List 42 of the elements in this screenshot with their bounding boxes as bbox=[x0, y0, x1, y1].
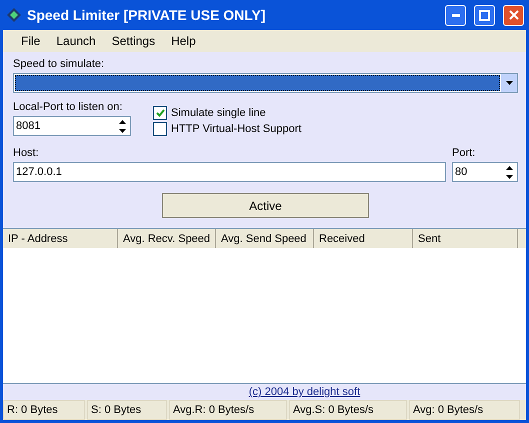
port-field[interactable]: 80 bbox=[452, 162, 518, 182]
status-panel: Avg.R: 0 Bytes/s bbox=[169, 400, 287, 420]
copyright-link[interactable]: (c) 2004 by delight soft bbox=[248, 386, 360, 398]
status-panel: Avg.S: 0 Bytes/s bbox=[289, 400, 407, 420]
arrow-down-icon bbox=[119, 128, 126, 132]
checkmark-icon bbox=[156, 109, 164, 117]
active-button[interactable]: Active bbox=[162, 193, 369, 218]
host-field[interactable]: 127.0.0.1 bbox=[13, 162, 446, 182]
close-button[interactable] bbox=[503, 4, 524, 26]
checkbox-label: Simulate single line bbox=[171, 107, 266, 119]
arrow-down-icon bbox=[506, 174, 513, 178]
close-icon bbox=[508, 10, 518, 20]
speed-dropdown[interactable] bbox=[13, 73, 518, 93]
port-label: Port: bbox=[452, 147, 476, 159]
maximize-icon bbox=[479, 10, 490, 20]
column-header[interactable]: IP - Address bbox=[3, 229, 118, 248]
checkbox[interactable] bbox=[153, 122, 167, 136]
status-panel: Avg: 0 Bytes/s bbox=[409, 400, 520, 420]
arrow-up-icon bbox=[119, 120, 126, 124]
menu-item[interactable]: File bbox=[13, 34, 48, 48]
menu-item[interactable]: Help bbox=[163, 34, 204, 48]
app-icon bbox=[7, 8, 21, 22]
host-label: Host: bbox=[13, 147, 40, 159]
menu-item[interactable]: Settings bbox=[104, 34, 164, 48]
status-panel: S: 0 Bytes bbox=[87, 400, 167, 420]
minimize-button[interactable] bbox=[445, 4, 466, 26]
minimize-icon bbox=[452, 14, 460, 16]
checkbox[interactable] bbox=[153, 106, 167, 120]
menu-item[interactable]: Launch bbox=[48, 34, 104, 48]
status-panel: R: 0 Bytes bbox=[3, 400, 85, 420]
window-title: Speed Limiter [PRIVATE USE ONLY] bbox=[27, 7, 267, 23]
column-header[interactable]: Sent bbox=[413, 229, 518, 248]
local-port-field[interactable]: 8081 bbox=[13, 116, 131, 136]
arrow-up-icon bbox=[506, 166, 513, 170]
speed-label: Speed to simulate: bbox=[13, 58, 106, 70]
checkbox-label: HTTP Virtual-Host Support bbox=[171, 123, 302, 135]
local-port-label: Local-Port to listen on: bbox=[13, 101, 124, 113]
arrow-down-icon bbox=[506, 81, 512, 85]
maximize-button[interactable] bbox=[474, 4, 495, 26]
column-header[interactable]: Avg. Recv. Speed bbox=[118, 229, 216, 248]
column-header[interactable]: Received bbox=[314, 229, 413, 248]
column-header[interactable]: Avg. Send Speed bbox=[216, 229, 314, 248]
